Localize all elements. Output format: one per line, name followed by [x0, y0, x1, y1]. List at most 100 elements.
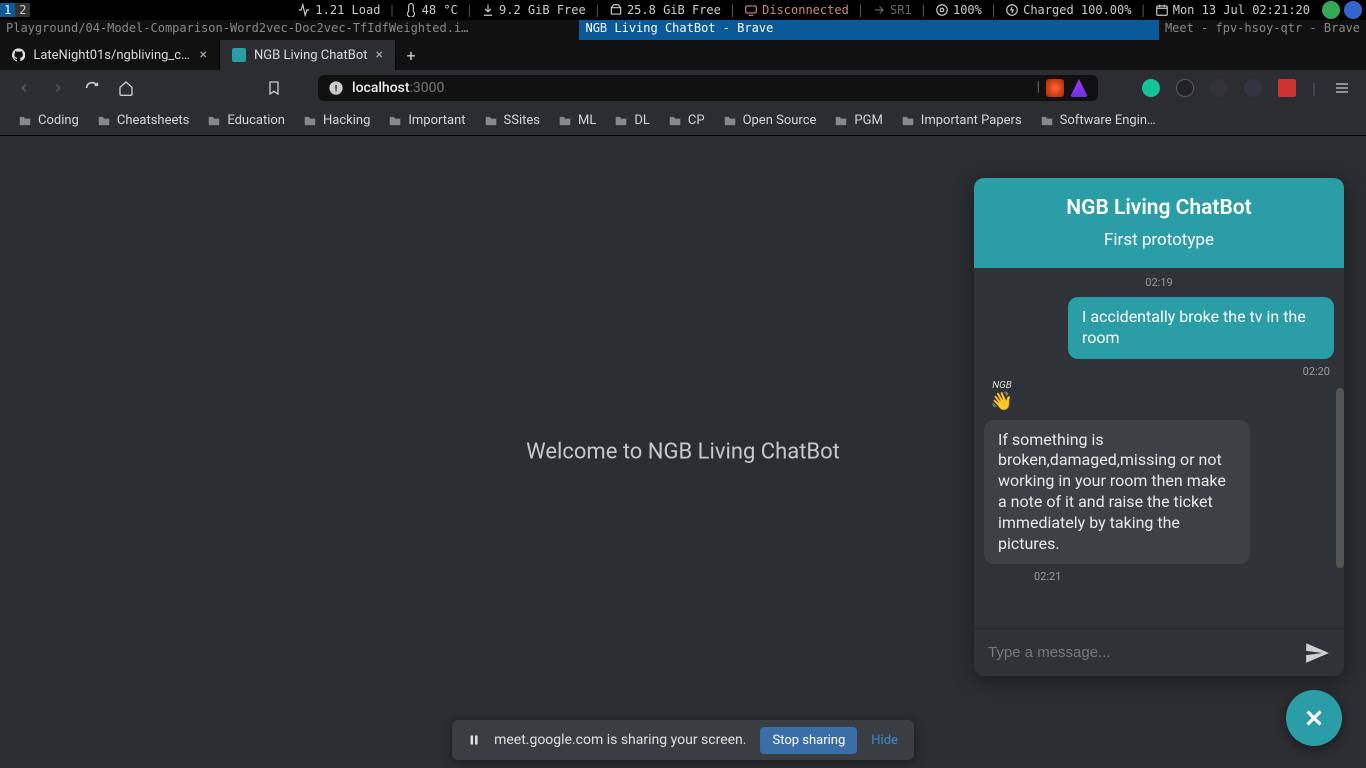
folder-icon — [18, 114, 32, 128]
chevron-right-icon — [51, 81, 65, 95]
bookmark-folder-coding[interactable]: Coding — [18, 113, 79, 128]
window-title-right[interactable]: Meet - fpv-hsoy-qtr - Brave — [1159, 20, 1366, 40]
chat-scrollbar[interactable] — [1336, 388, 1344, 568]
home-button[interactable] — [116, 78, 136, 98]
url-bar[interactable]: ! localhost:3000 | — [318, 75, 1098, 101]
chat-subtitle: First prototype — [988, 230, 1330, 250]
stop-sharing-button[interactable]: Stop sharing — [760, 727, 857, 754]
tab-label: NGB Living ChatBot — [254, 48, 368, 63]
disk-value: 25.8 GiB Free — [627, 3, 721, 17]
message-time: 02:19 — [1145, 276, 1172, 289]
download-icon — [481, 3, 495, 17]
chevron-left-icon — [17, 81, 31, 95]
activity-icon — [297, 3, 311, 17]
welcome-heading: Welcome to NGB Living ChatBot — [526, 440, 840, 465]
folder-icon — [723, 114, 737, 128]
bookmark-folder-cp[interactable]: CP — [668, 113, 705, 128]
bookmark-folder-opensource[interactable]: Open Source — [723, 113, 817, 128]
disk-indicator: 25.8 GiB Free — [601, 3, 729, 17]
tab-chatbot[interactable]: NGB Living ChatBot × — [220, 40, 396, 70]
window-title-bar: Playground/04-Model-Comparison-Word2vec-… — [0, 20, 1366, 40]
bot-message-row: NGB👋 If something is broken,damaged,miss… — [984, 378, 1334, 571]
arrow-right-icon — [872, 3, 886, 17]
bot-avatar-icon: NGB👋 — [984, 378, 1020, 414]
bookmark-folder-ml[interactable]: ML — [558, 113, 596, 128]
message-time: 02:20 — [1303, 365, 1330, 378]
hdd-icon — [609, 3, 623, 17]
tray-icon-1[interactable] — [1322, 1, 1340, 19]
extension-icon-5[interactable] — [1278, 79, 1296, 97]
grammarly-icon[interactable] — [1142, 79, 1160, 97]
target-indicator: SR1 — [864, 3, 920, 17]
load-value: 1.21 Load — [315, 3, 380, 17]
chat-messages[interactable]: 02:19 I accidentally broke the tv in the… — [974, 268, 1344, 628]
disconnected-icon — [744, 3, 758, 17]
bookmark-folder-pgm[interactable]: PGM — [834, 113, 882, 128]
bot-message: If something is broken,damaged,missing o… — [984, 420, 1250, 565]
bookmark-folder-education[interactable]: Education — [207, 113, 285, 128]
bookmark-folder-ssites[interactable]: SSites — [484, 113, 540, 128]
temperature-indicator: 48 °C — [396, 3, 466, 17]
folder-icon — [484, 114, 498, 128]
bookmark-folder-software[interactable]: Software Engin… — [1040, 113, 1156, 128]
target-icon — [935, 3, 949, 17]
folder-icon — [901, 114, 915, 128]
reload-icon — [84, 80, 100, 96]
workspace-1[interactable]: 1 — [0, 3, 15, 17]
bookmark-folder-hacking[interactable]: Hacking — [303, 113, 370, 128]
chat-input[interactable] — [988, 644, 1294, 661]
temp-value: 48 °C — [422, 3, 458, 17]
send-button[interactable] — [1304, 640, 1330, 666]
extension-icon-2[interactable] — [1176, 79, 1194, 97]
bookmark-folder-papers[interactable]: Important Papers — [901, 113, 1022, 128]
chat-header: NGB Living ChatBot First prototype — [974, 178, 1344, 268]
trust-badge-icon[interactable] — [1070, 79, 1088, 97]
battery-icon — [1005, 3, 1019, 17]
bookmark-button[interactable] — [264, 78, 284, 98]
folder-icon — [97, 114, 111, 128]
extension-icon-3[interactable] — [1210, 79, 1228, 97]
workspace-switcher[interactable]: 1 2 — [0, 3, 30, 17]
window-title-active[interactable]: NGB Living ChatBot - Brave — [579, 20, 1158, 40]
bookmark-folder-cheatsheets[interactable]: Cheatsheets — [97, 113, 189, 128]
close-icon — [1301, 705, 1327, 731]
battery-value: Charged 100.00% — [1023, 3, 1131, 17]
bookmark-folder-dl[interactable]: DL — [614, 113, 650, 128]
folder-icon — [1040, 114, 1054, 128]
info-icon[interactable]: ! — [328, 80, 344, 96]
chat-toggle-button[interactable] — [1286, 690, 1342, 746]
folder-icon — [614, 114, 628, 128]
chat-input-row — [974, 628, 1344, 676]
pause-button[interactable] — [468, 734, 480, 746]
share-text: meet.google.com is sharing your screen. — [494, 732, 746, 748]
home-icon — [118, 80, 134, 96]
ngb-favicon-icon — [232, 48, 246, 62]
workspace-2[interactable]: 2 — [15, 3, 30, 17]
tab-github[interactable]: LateNight01s/ngbliving_chat × — [0, 40, 220, 70]
folder-icon — [834, 114, 848, 128]
net-value: Disconnected — [762, 3, 849, 17]
close-icon[interactable]: × — [200, 47, 207, 63]
extension-icon-4[interactable] — [1244, 79, 1262, 97]
tray-icon-2[interactable] — [1344, 1, 1362, 19]
hide-sharebar-button[interactable]: Hide — [871, 733, 898, 748]
bookmark-folder-important[interactable]: Important — [388, 113, 465, 128]
network-indicator: Disconnected — [736, 3, 857, 17]
url-port: :3000 — [410, 80, 445, 96]
reload-button[interactable] — [82, 78, 102, 98]
screenshare-bar: meet.google.com is sharing your screen. … — [452, 720, 914, 760]
bookmarks-bar: Coding Cheatsheets Education Hacking Imp… — [0, 106, 1366, 136]
folder-icon — [668, 114, 682, 128]
window-title-left[interactable]: Playground/04-Model-Comparison-Word2vec-… — [0, 20, 579, 40]
message-time: 02:21 — [1034, 570, 1061, 583]
close-icon[interactable]: × — [376, 47, 383, 63]
new-tab-button[interactable]: + — [396, 46, 426, 65]
menu-button[interactable] — [1332, 78, 1352, 98]
back-button[interactable] — [14, 78, 34, 98]
github-icon — [12, 48, 25, 62]
browser-navbar: ! localhost:3000 | | — [0, 70, 1366, 106]
chat-widget: NGB Living ChatBot First prototype 02:19… — [974, 178, 1344, 676]
calendar-icon — [1155, 3, 1169, 17]
brave-badge-icon[interactable] — [1046, 79, 1064, 97]
forward-button[interactable] — [48, 78, 68, 98]
